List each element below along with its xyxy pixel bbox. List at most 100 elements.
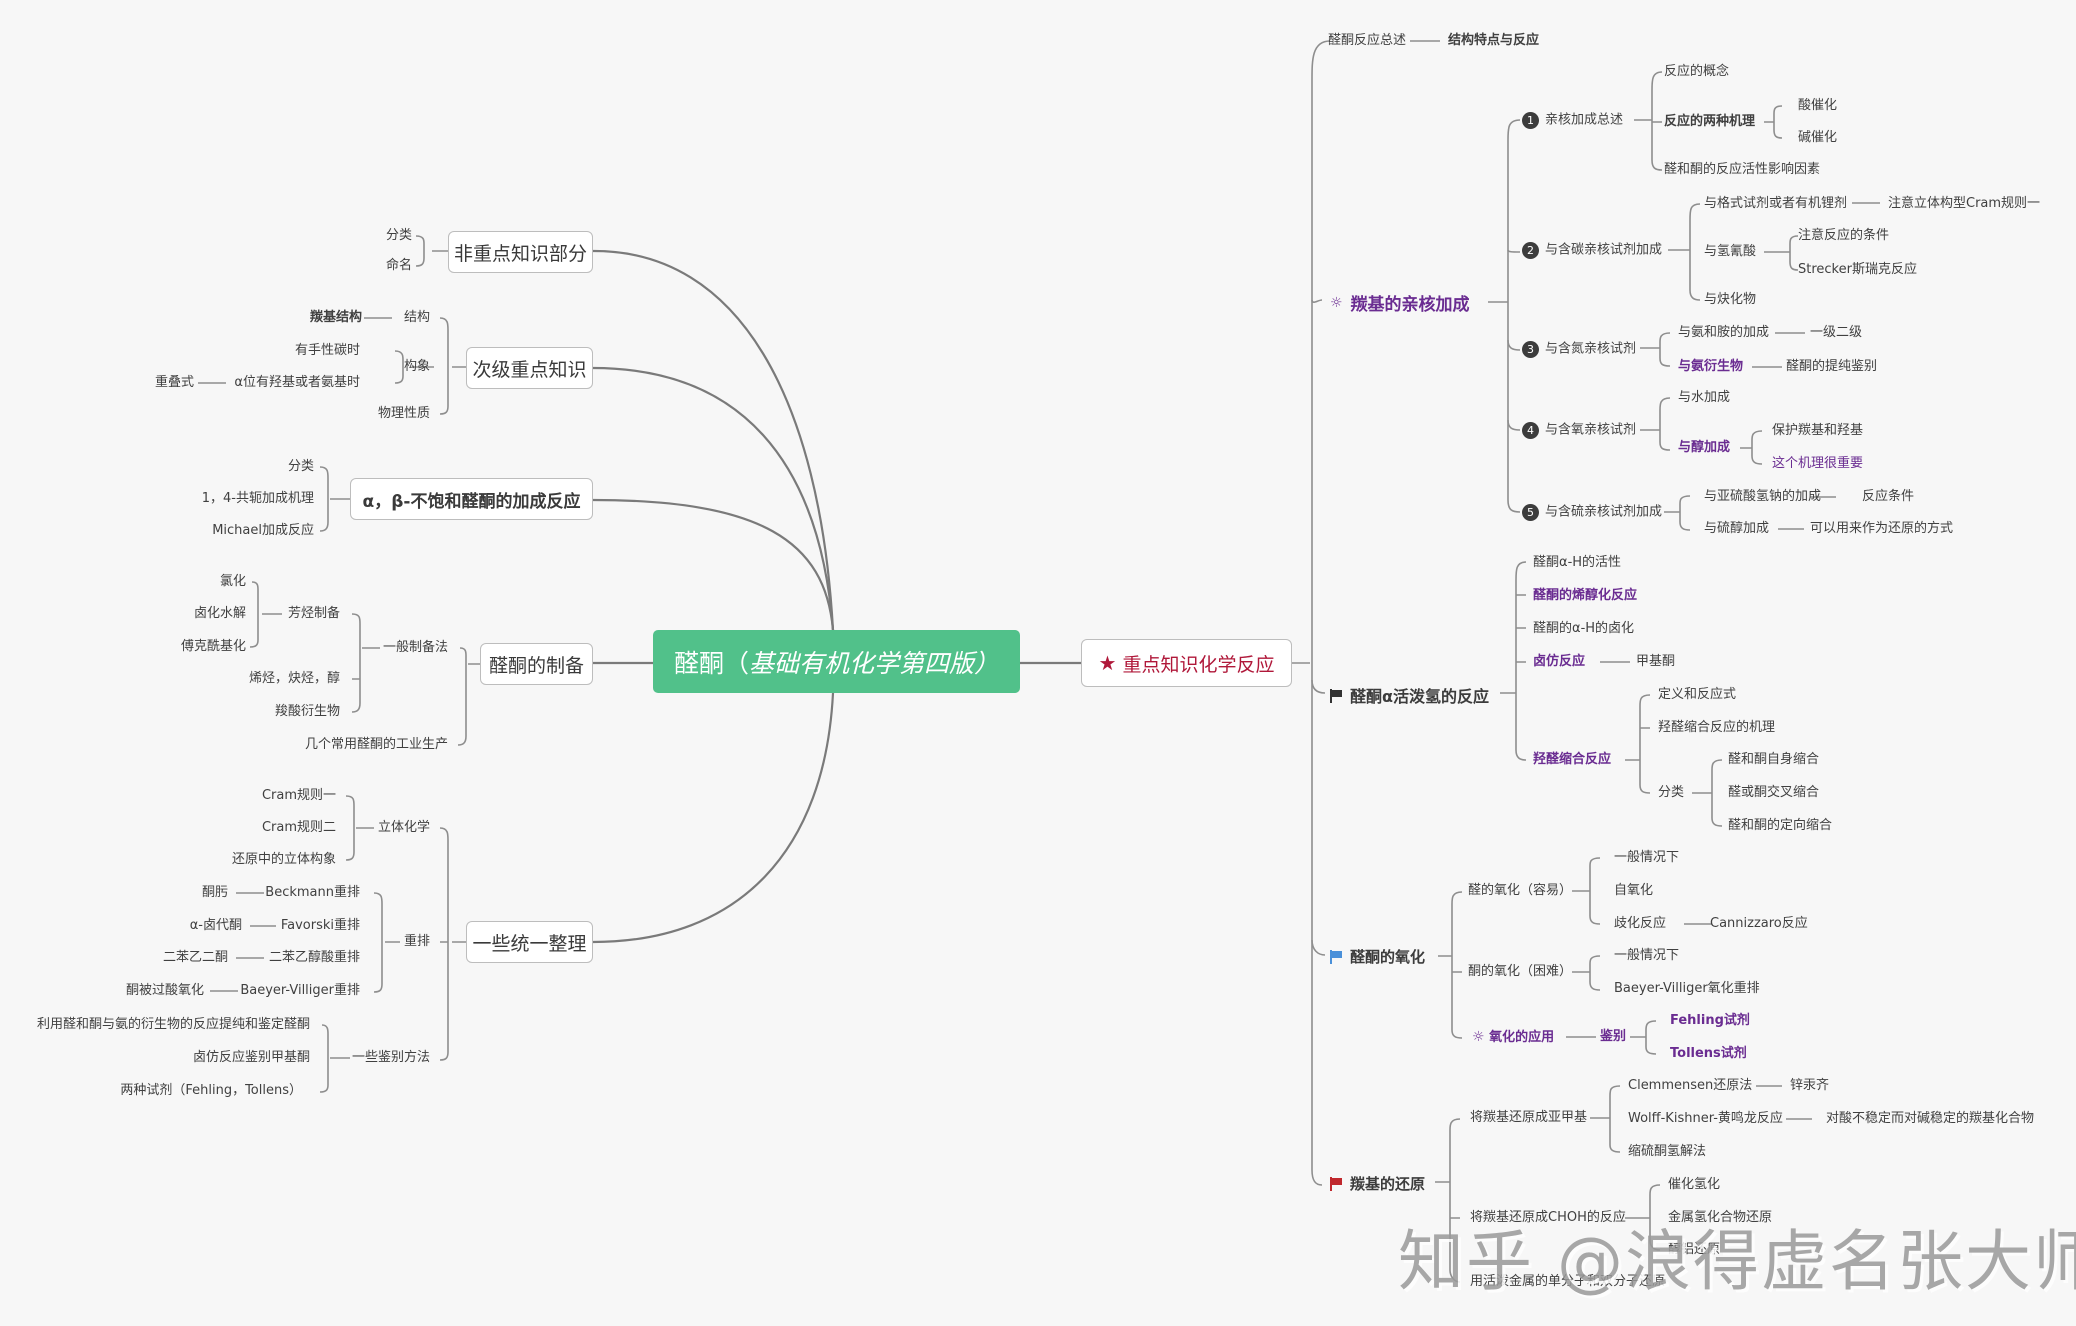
leaf-reaction-conditions-note[interactable]: 注意反应的条件 bbox=[1798, 228, 1889, 244]
node-key-reactions[interactable]: ★ 重点知识化学反应 bbox=[1081, 639, 1292, 687]
root-node[interactable]: 醛酮（ 基础有机化学第四版） bbox=[653, 630, 1020, 693]
leaf-catalytic-hydrogenation[interactable]: 催化氢化 bbox=[1668, 1177, 1720, 1193]
leaf-structure-features[interactable]: 结构特点与反应 bbox=[1448, 33, 1539, 49]
leaf-primary-secondary[interactable]: 一级二级 bbox=[1810, 325, 1862, 341]
leaf-strecker[interactable]: Strecker斯瑞克反应 bbox=[1798, 262, 1917, 278]
node-nitrogen-nucleophile[interactable]: 3 与含氮亲核试剂 bbox=[1522, 341, 1636, 358]
leaf-carbonyl-structure[interactable]: 羰基结构 bbox=[310, 310, 362, 326]
node-sulfur-nucleophile[interactable]: 5 与含硫亲核试剂加成 bbox=[1522, 504, 1662, 521]
leaf-alcohol-addition[interactable]: 与醇加成 bbox=[1678, 440, 1730, 456]
leaf-mechanism-important[interactable]: 这个机理很重要 bbox=[1772, 456, 1863, 472]
node-nuc-overview[interactable]: 1 亲核加成总述 bbox=[1522, 112, 1623, 129]
leaf-aromatic-prep[interactable]: 芳烃制备 bbox=[288, 606, 340, 622]
leaf-clemmensen[interactable]: Clemmensen还原法 bbox=[1628, 1078, 1752, 1094]
leaf-benzil[interactable]: 二苯乙二酮 bbox=[163, 950, 228, 966]
leaf-cram-rule-note[interactable]: 注意立体构型Cram规则一 bbox=[1888, 196, 2040, 212]
leaf-14-conjugate[interactable]: 1，4-共轭加成机理 bbox=[202, 491, 314, 507]
leaf-cram-1[interactable]: Cram规则一 bbox=[262, 788, 336, 804]
leaf-acetylide[interactable]: 与炔化物 bbox=[1704, 292, 1756, 308]
leaf-halogen-hydrolysis[interactable]: 卤化水解 bbox=[194, 606, 246, 622]
leaf-rearrangement[interactable]: 重排 bbox=[404, 934, 430, 950]
leaf-eclipsed[interactable]: 重叠式 bbox=[155, 375, 194, 391]
node-alpha-hydrogen[interactable]: 醛酮α活泼氢的反应 bbox=[1330, 683, 1489, 707]
leaf-two-mechanisms[interactable]: 反应的两种机理 bbox=[1664, 114, 1755, 130]
leaf-thioketal-hydrogenolysis[interactable]: 缩硫酮氢解法 bbox=[1628, 1144, 1706, 1160]
leaf-beckmann[interactable]: Beckmann重排 bbox=[265, 885, 360, 901]
leaf-classification[interactable]: 分类 bbox=[288, 459, 314, 475]
leaf-reactivity-factors[interactable]: 醛和酮的反应活性影响因素 bbox=[1664, 162, 1820, 178]
leaf-ketone-oxidation[interactable]: 酮的氧化（困难） bbox=[1468, 964, 1572, 980]
leaf-naming[interactable]: 命名 bbox=[386, 258, 412, 274]
leaf-stereochemistry[interactable]: 立体化学 bbox=[378, 820, 430, 836]
node-alpha-beta-unsaturated[interactable]: α，β-不饱和醛酮的加成反应 bbox=[350, 478, 593, 520]
leaf-reduction-method[interactable]: 可以用来作为还原的方式 bbox=[1810, 521, 1953, 537]
leaf-haloform[interactable]: 卤仿反应 bbox=[1533, 654, 1585, 670]
leaf-water-addition[interactable]: 与水加成 bbox=[1678, 390, 1730, 406]
leaf-identification[interactable]: 鉴别 bbox=[1600, 1029, 1626, 1045]
leaf-structure[interactable]: 结构 bbox=[404, 310, 430, 326]
leaf-self-condensation[interactable]: 醛和酮自身缩合 bbox=[1728, 752, 1819, 768]
leaf-aldol[interactable]: 羟醛缩合反应 bbox=[1533, 752, 1611, 768]
leaf-alpha-hydroxy-amino[interactable]: α位有羟基或者氨基时 bbox=[234, 375, 360, 391]
leaf-aldehyde-oxidation[interactable]: 醛的氧化（容易） bbox=[1468, 883, 1572, 899]
leaf-directed-condensation[interactable]: 醛和酮的定向缩合 bbox=[1728, 818, 1832, 834]
leaf-general-case[interactable]: 一般情况下 bbox=[1614, 850, 1679, 866]
leaf-zinc-amalgam[interactable]: 锌汞齐 bbox=[1790, 1078, 1829, 1094]
leaf-reaction-overview[interactable]: 醛酮反应总述 bbox=[1328, 33, 1406, 49]
leaf-benzilic-acid[interactable]: 二苯乙醇酸重排 bbox=[269, 950, 360, 966]
leaf-cannizzaro[interactable]: Cannizzaro反应 bbox=[1710, 916, 1808, 932]
node-oxidation[interactable]: 醛酮的氧化 bbox=[1330, 946, 1425, 967]
leaf-reaction-concept[interactable]: 反应的概念 bbox=[1664, 64, 1729, 80]
leaf-reduce-to-methylene[interactable]: 将羰基还原成亚甲基 bbox=[1470, 1110, 1587, 1126]
node-oxidation-application[interactable]: ☼ 氧化的应用 bbox=[1472, 1029, 1554, 1046]
leaf-fehling[interactable]: Fehling试剂 bbox=[1670, 1013, 1750, 1029]
node-secondary-knowledge[interactable]: 次级重点知识 bbox=[466, 347, 593, 389]
leaf-aldol-mechanism[interactable]: 羟醛缩合反应的机理 bbox=[1658, 720, 1775, 736]
leaf-chiral-carbon[interactable]: 有手性碳时 bbox=[295, 343, 360, 359]
leaf-aldol-classification[interactable]: 分类 bbox=[1658, 785, 1684, 801]
leaf-industrial-production[interactable]: 几个常用醛酮的工业生产 bbox=[305, 737, 448, 753]
leaf-alpha-haloketone[interactable]: α-卤代酮 bbox=[190, 918, 242, 934]
node-carbon-nucleophile[interactable]: 2 与含碳亲核试剂加成 bbox=[1522, 242, 1662, 259]
leaf-cross-condensation[interactable]: 醛或酮交叉缩合 bbox=[1728, 785, 1819, 801]
node-carbonyl-reduction[interactable]: 羰基的还原 bbox=[1330, 1173, 1425, 1194]
leaf-conformation[interactable]: 构象 bbox=[404, 359, 430, 375]
leaf-chlorination[interactable]: 氯化 bbox=[220, 574, 246, 590]
leaf-bisulfite[interactable]: 与亚硫酸氢钠的加成 bbox=[1704, 489, 1821, 505]
leaf-grignard[interactable]: 与格式试剂或者有机锂剂 bbox=[1704, 196, 1847, 212]
leaf-alkene-alkyne-alcohol[interactable]: 烯烃，炔烃，醇 bbox=[249, 671, 340, 687]
node-preparation[interactable]: 醛酮的制备 bbox=[480, 643, 593, 685]
node-oxygen-nucleophile[interactable]: 4 与含氧亲核试剂 bbox=[1522, 422, 1636, 439]
leaf-baeyer-villiger[interactable]: Baeyer-Villiger重排 bbox=[240, 983, 360, 999]
leaf-acid-catalysis[interactable]: 酸催化 bbox=[1798, 98, 1837, 114]
leaf-enolization[interactable]: 醛酮的烯醇化反应 bbox=[1533, 588, 1637, 604]
node-unified-summary[interactable]: 一些统一整理 bbox=[466, 921, 593, 963]
leaf-thiol-addition[interactable]: 与硫醇加成 bbox=[1704, 521, 1769, 537]
leaf-classification[interactable]: 分类 bbox=[386, 228, 412, 244]
leaf-general-method[interactable]: 一般制备法 bbox=[383, 640, 448, 656]
leaf-reduction-stereo[interactable]: 还原中的立体构象 bbox=[232, 852, 336, 868]
leaf-baeyer-villiger-oxidation[interactable]: Baeyer-Villiger氧化重排 bbox=[1614, 981, 1760, 997]
leaf-aldol-definition[interactable]: 定义和反应式 bbox=[1658, 687, 1736, 703]
leaf-ammonia-derivatives[interactable]: 与氨衍生物 bbox=[1678, 359, 1743, 375]
leaf-protect-groups[interactable]: 保护羰基和羟基 bbox=[1772, 423, 1863, 439]
leaf-reaction-conditions[interactable]: 反应条件 bbox=[1862, 489, 1914, 505]
leaf-physical-properties[interactable]: 物理性质 bbox=[378, 406, 430, 422]
leaf-favorski[interactable]: Favorski重排 bbox=[281, 918, 360, 934]
leaf-acid-unstable-compounds[interactable]: 对酸不稳定而对碱稳定的羰基化合物 bbox=[1826, 1111, 2034, 1127]
leaf-general-case-ketone[interactable]: 一般情况下 bbox=[1614, 948, 1679, 964]
leaf-disproportionation[interactable]: 歧化反应 bbox=[1614, 916, 1666, 932]
leaf-hcn[interactable]: 与氢氰酸 bbox=[1704, 244, 1756, 260]
leaf-michael[interactable]: Michael加成反应 bbox=[212, 523, 314, 539]
leaf-auto-oxidation[interactable]: 自氧化 bbox=[1614, 883, 1653, 899]
leaf-base-catalysis[interactable]: 碱催化 bbox=[1798, 130, 1837, 146]
leaf-tollens[interactable]: Tollens试剂 bbox=[1670, 1046, 1747, 1062]
leaf-cram-2[interactable]: Cram规则二 bbox=[262, 820, 336, 836]
leaf-ammonia-derivative-ident[interactable]: 利用醛和酮与氨的衍生物的反应提纯和鉴定醛酮 bbox=[37, 1017, 310, 1033]
node-carbonyl-nucleophilic-addition[interactable]: ☼ 羰基的亲核加成 bbox=[1330, 290, 1470, 316]
leaf-alpha-h-activity[interactable]: 醛酮α-H的活性 bbox=[1533, 555, 1621, 571]
leaf-alpha-halogenation[interactable]: 醛酮的α-H的卤化 bbox=[1533, 621, 1634, 637]
node-non-key-knowledge[interactable]: 非重点知识部分 bbox=[448, 231, 593, 273]
leaf-wolff-kishner[interactable]: Wolff-Kishner-黄鸣龙反应 bbox=[1628, 1111, 1783, 1127]
leaf-friedel-crafts[interactable]: 傅克酰基化 bbox=[181, 639, 246, 655]
